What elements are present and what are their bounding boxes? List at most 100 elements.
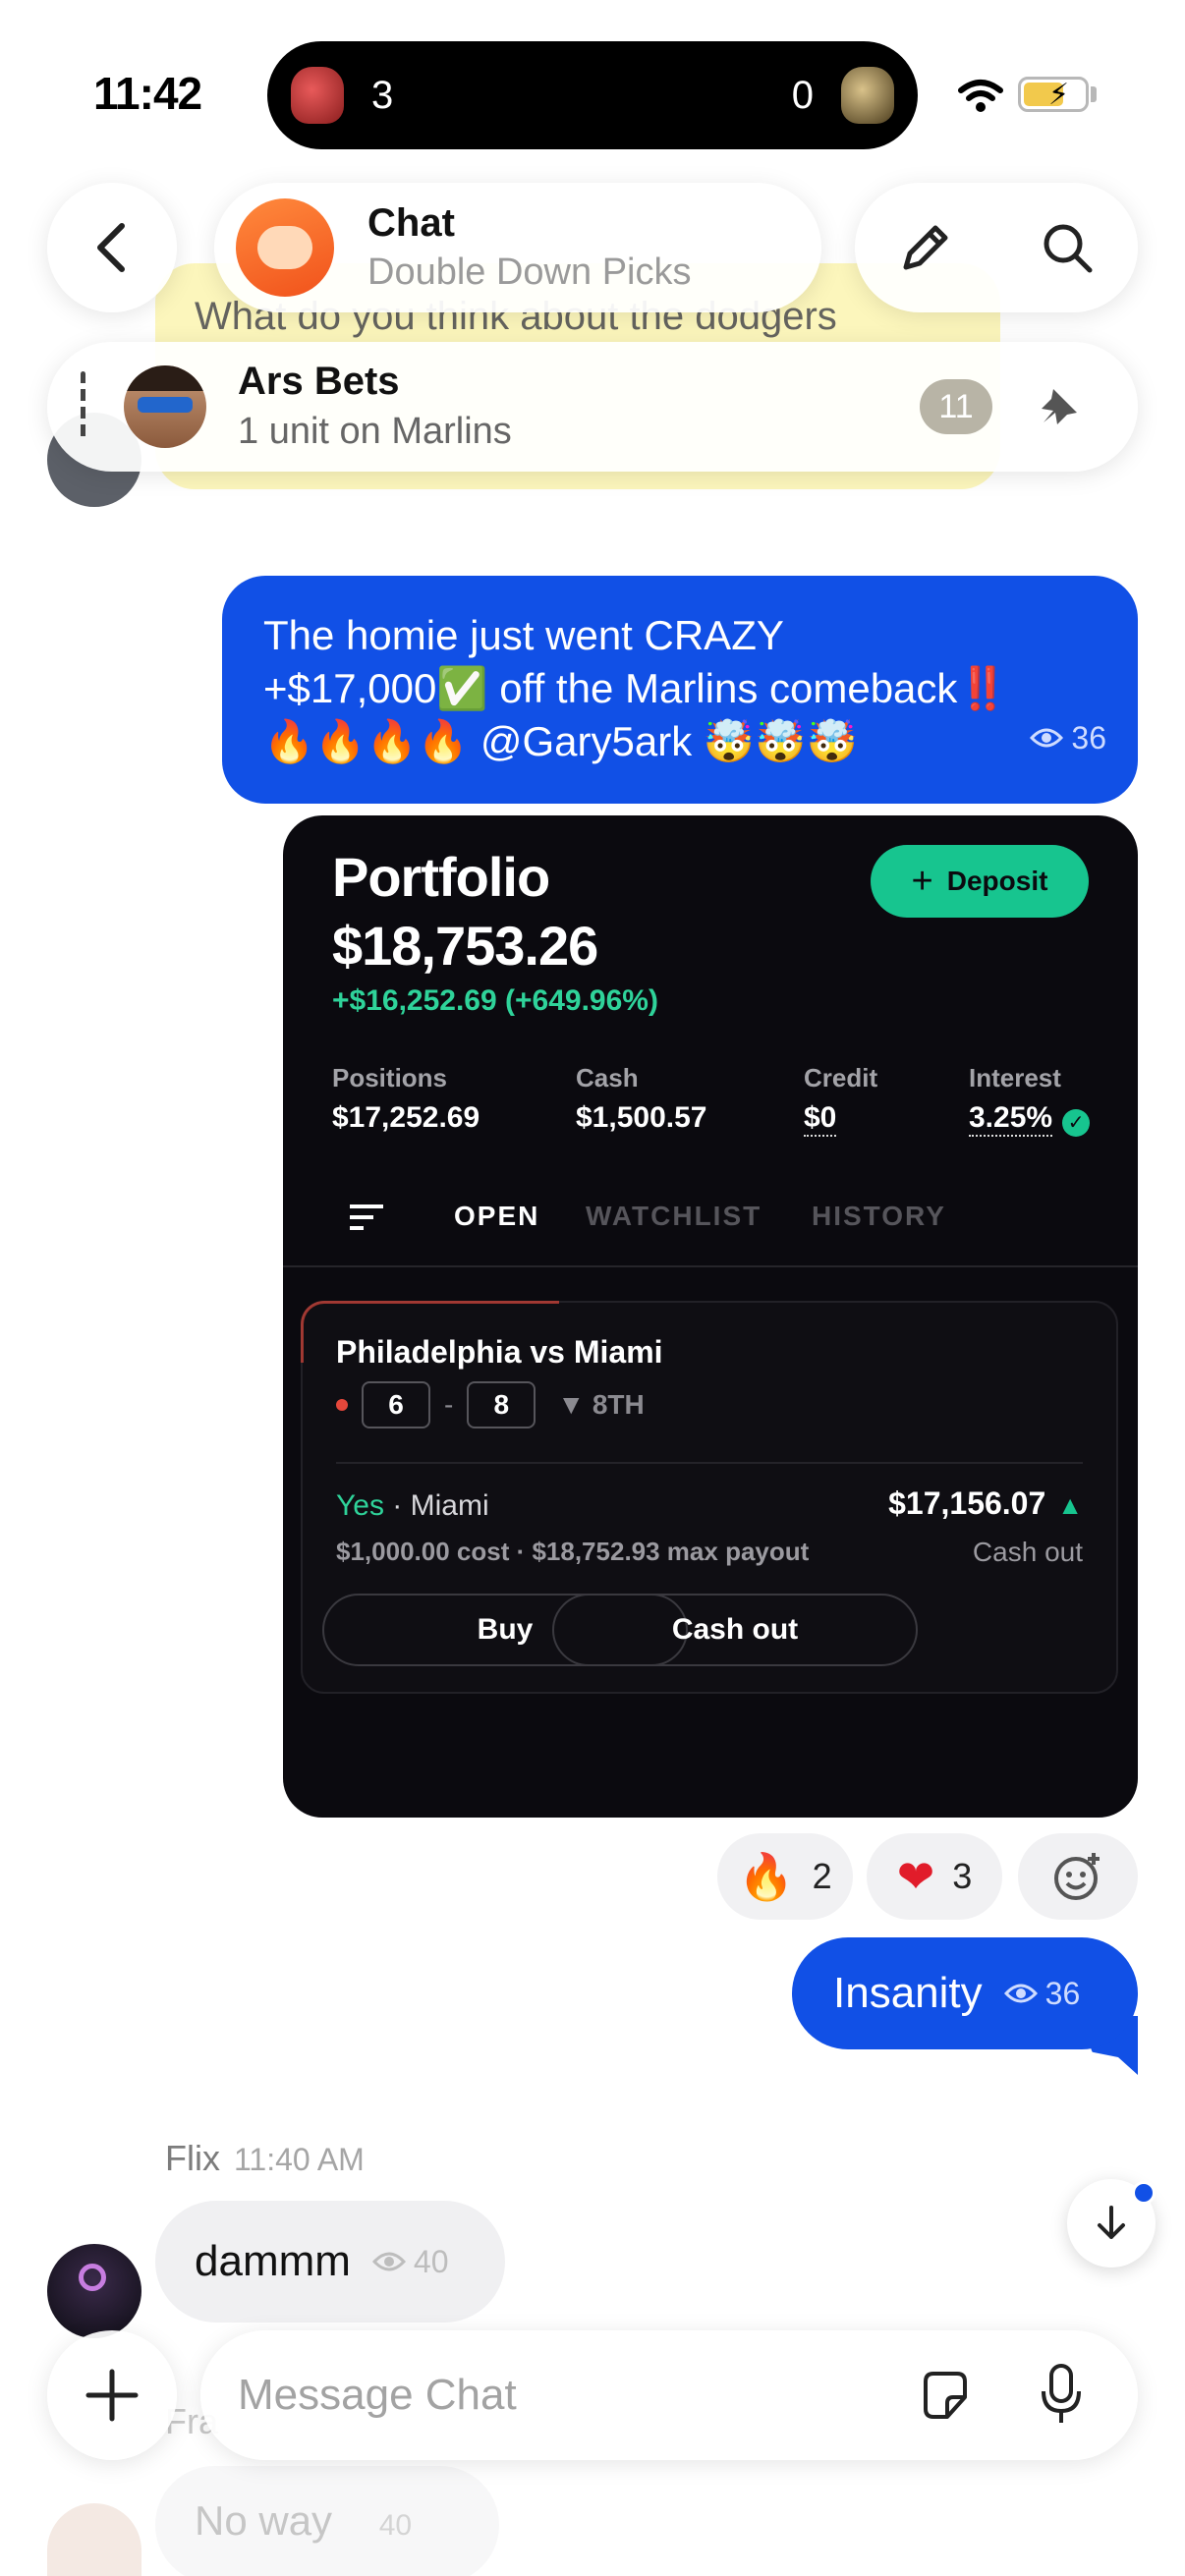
- pinned-message[interactable]: Ars Bets 1 unit on Marlins 11: [47, 342, 1138, 472]
- message-sender: Flix 11:40 AM: [165, 2138, 365, 2179]
- add-emoji-icon: [1054, 1853, 1100, 1900]
- match-title: Philadelphia vs Miami: [336, 1334, 663, 1370]
- back-button[interactable]: [47, 183, 177, 312]
- live-indicator: [336, 1399, 348, 1411]
- reaction-count: 2: [812, 1856, 832, 1896]
- chevron-left-icon: [97, 223, 125, 272]
- page-subtitle: Double Down Picks: [367, 252, 692, 293]
- microphone-icon[interactable]: [1038, 2362, 1085, 2427]
- view-count: 36: [1003, 1975, 1081, 2012]
- add-reaction-button[interactable]: [1018, 1833, 1138, 1920]
- stat-label: Interest: [969, 1063, 1061, 1092]
- check-icon: ✓: [1062, 1108, 1091, 1137]
- reaction-heart[interactable]: ❤ 3: [867, 1833, 1002, 1920]
- score-right: 0: [791, 73, 814, 117]
- outgoing-message[interactable]: The homie just went CRAZY +$17,000✅ off …: [222, 576, 1138, 804]
- message-line: 🔥🔥🔥🔥 @Gary5ark 🤯🤯🤯: [263, 718, 858, 764]
- position-value: $17,156.07 ▲: [888, 1485, 1083, 1522]
- pick-line: Yes · Miami: [336, 1489, 489, 1522]
- inning-value: 8TH: [592, 1389, 645, 1420]
- message-text: dammm: [195, 2237, 351, 2285]
- eye-icon: [1003, 1984, 1038, 2003]
- cost-line: $1,000.00 cost · $18,752.93 max payout: [336, 1537, 810, 1566]
- view-count: 40: [371, 2243, 449, 2280]
- stat-positions: Positions $17,252.69: [332, 1063, 480, 1135]
- stat-label: Positions: [332, 1063, 448, 1092]
- plus-icon: +: [911, 860, 933, 902]
- cashout-label: Cash out: [972, 1537, 1083, 1567]
- message-line: +$17,000✅ off the Marlins comeback‼️: [263, 665, 1009, 711]
- pick-team: Miami: [410, 1489, 489, 1522]
- outgoing-message[interactable]: Insanity 36: [792, 1937, 1138, 2049]
- message-composer[interactable]: [200, 2330, 1138, 2460]
- portfolio-change: +$16,252.69 (+649.96%): [332, 984, 658, 1017]
- chat-title-pill[interactable]: Chat Double Down Picks: [214, 183, 821, 312]
- score-separator: -: [444, 1389, 454, 1420]
- chat-logo-icon: [236, 198, 334, 297]
- header-actions: [855, 183, 1138, 312]
- background-avatar: [47, 2503, 141, 2576]
- sort-filter-icon[interactable]: [350, 1203, 385, 1232]
- plus-icon: [85, 2369, 139, 2422]
- message-input[interactable]: [238, 2371, 867, 2420]
- stat-value: $0: [804, 1101, 837, 1137]
- divider: [336, 1462, 1083, 1464]
- stat-credit[interactable]: Credit $0: [804, 1063, 877, 1137]
- stat-value: $1,500.57: [576, 1101, 707, 1134]
- view-count-value: 36: [1044, 1975, 1081, 2011]
- avatar: [124, 365, 206, 448]
- avatar[interactable]: [47, 2244, 141, 2338]
- fire-icon: 🔥: [738, 1850, 795, 1902]
- status-time: 11:42: [93, 68, 202, 119]
- wifi-icon: [958, 80, 1003, 112]
- phillies-glove-icon: [291, 67, 344, 124]
- reaction-fire[interactable]: 🔥 2: [717, 1833, 853, 1920]
- portfolio-tabs: OPEN WATCHLIST HISTORY: [283, 1159, 1138, 1267]
- background-message: No way 40: [155, 2466, 499, 2576]
- stat-interest[interactable]: Interest 3.25% ✓: [969, 1063, 1091, 1137]
- view-count-value: 40: [413, 2243, 449, 2279]
- tab-open[interactable]: OPEN: [454, 1201, 539, 1232]
- heart-icon: ❤: [896, 1851, 935, 1902]
- portfolio-total: $18,753.26: [332, 915, 598, 977]
- message-line: The homie just went CRAZY: [263, 612, 784, 658]
- pick-side: Yes: [336, 1489, 384, 1522]
- battery-icon: ⚡: [1018, 77, 1089, 112]
- portfolio-screenshot[interactable]: Portfolio $18,753.26 +$16,252.69 (+649.9…: [283, 815, 1138, 1818]
- page-title: Chat: [367, 201, 455, 245]
- incoming-message[interactable]: dammm 40: [155, 2201, 505, 2323]
- tab-watchlist[interactable]: WATCHLIST: [586, 1201, 762, 1232]
- score-box-left: 6: [362, 1381, 430, 1428]
- attach-button[interactable]: [47, 2330, 177, 2460]
- search-icon[interactable]: [1038, 218, 1097, 277]
- stat-cash: Cash $1,500.57: [576, 1063, 706, 1135]
- up-arrow-icon: ▲: [1057, 1490, 1083, 1520]
- stat-label: Credit: [804, 1063, 878, 1092]
- edit-pencil-icon[interactable]: [896, 218, 955, 277]
- pinned-text: 1 unit on Marlins: [238, 411, 512, 452]
- deposit-button[interactable]: + Deposit: [871, 845, 1089, 918]
- pin-icon[interactable]: [1036, 383, 1083, 430]
- sticker-icon[interactable]: [918, 2368, 973, 2423]
- position-value-amount: $17,156.07: [888, 1485, 1046, 1521]
- message-text: Insanity: [833, 1969, 983, 2017]
- position-card[interactable]: Philadelphia vs Miami 6 - 8 ▼ 8TH Yes · …: [301, 1301, 1118, 1694]
- score-left: 3: [371, 73, 394, 117]
- live-score-row: 6 - 8 ▼ 8TH: [336, 1381, 645, 1428]
- pinned-sender: Ars Bets: [238, 360, 400, 403]
- cashout-button[interactable]: Cash out: [552, 1594, 918, 1666]
- arrow-down-icon: [1098, 2206, 1125, 2239]
- unread-dot: [1132, 2181, 1156, 2205]
- reaction-count: 3: [952, 1856, 973, 1896]
- stat-value: 3.25%: [969, 1101, 1053, 1137]
- live-activity-score[interactable]: 3 0: [267, 41, 918, 149]
- stat-label: Cash: [576, 1063, 639, 1092]
- view-count-value: 36: [1071, 720, 1106, 756]
- pinned-indicator: [81, 371, 85, 442]
- battery-cap: [1091, 86, 1097, 102]
- pinned-count-badge: 11: [920, 379, 992, 434]
- background-message-text: No way: [195, 2497, 333, 2544]
- eye-icon: [371, 2252, 406, 2271]
- inning-indicator: ▼ 8TH: [557, 1389, 645, 1420]
- tab-history[interactable]: HISTORY: [812, 1201, 946, 1232]
